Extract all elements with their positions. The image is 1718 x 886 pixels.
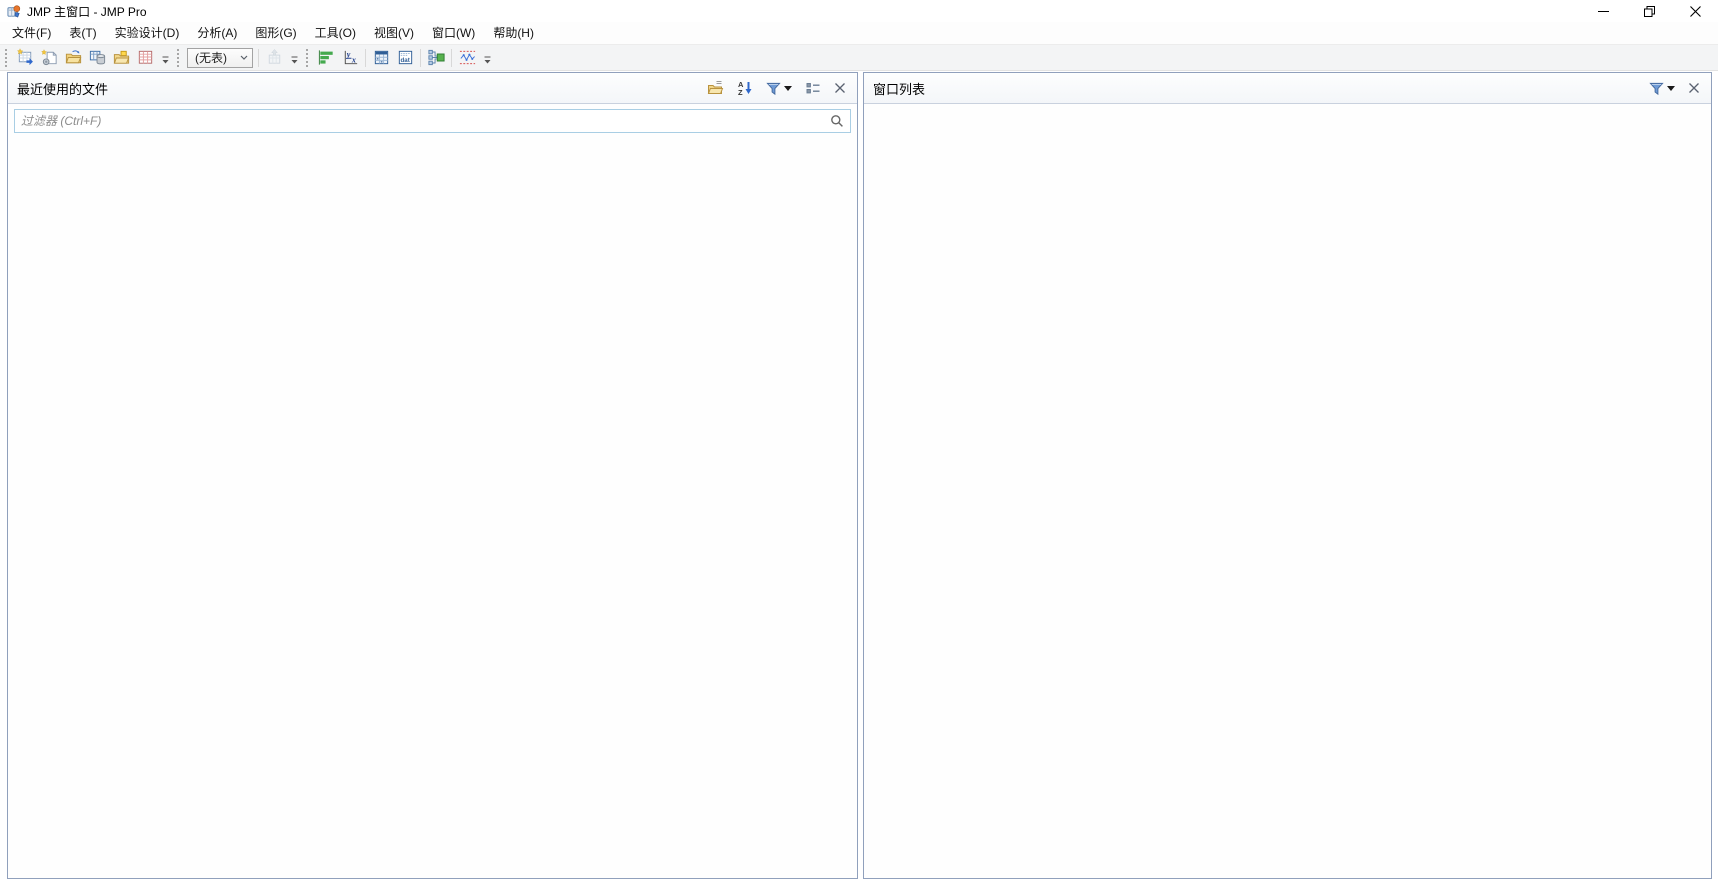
current-table-value: (无表) [195,51,227,65]
window-list-header: 窗口列表 [864,73,1711,104]
svg-text:y: y [345,50,350,59]
menu-doe[interactable]: 实验设计(D) [106,22,189,44]
database-open-table-button[interactable] [85,46,109,69]
database-open-table-icon [89,50,105,65]
restore-icon [1643,5,1655,17]
toolbar-overflow-button[interactable] [481,48,494,70]
chevron-down-icon [1667,85,1675,91]
sort-az-icon: A Z [738,80,752,96]
list-view-button[interactable] [803,79,823,98]
menu-help[interactable]: 帮助(H) [484,22,543,44]
recent-files-toolbar: A Z [705,78,848,98]
filter-funnel-icon [766,82,781,95]
menu-tables[interactable]: 表(T) [60,22,105,44]
new-journal-icon [40,49,57,66]
window-list-title: 窗口列表 [873,81,926,97]
close-window-button[interactable] [1672,0,1718,22]
merge-tables-button[interactable] [424,46,448,69]
toolbar: (无表) y x dat [0,44,1718,71]
toolbar-overflow-icon [484,56,491,63]
chevron-down-icon [784,85,792,91]
svg-text:dat: dat [400,57,409,64]
bring-table-forward-icon [268,49,280,64]
data-grid-button[interactable] [133,46,157,69]
restore-button[interactable] [1626,0,1672,22]
merge-tables-icon [427,49,445,66]
menu-bar: 文件(F) 表(T) 实验设计(D) 分析(A) 图形(G) 工具(O) 视图(… [0,22,1718,44]
close-icon [1689,5,1701,17]
svg-text:Z: Z [738,88,743,96]
chevron-down-icon [236,49,252,67]
minimize-icon [1597,10,1609,12]
recent-files-header: 最近使用的文件 A Z [8,73,857,104]
toolbar-overflow-button[interactable] [288,48,301,70]
open-file-icon [65,50,81,64]
open-file-button[interactable] [61,46,85,69]
data-grid-icon [138,50,152,64]
new-journal-button[interactable] [37,46,61,69]
jmp-app-icon [7,4,21,18]
open-folder-icon [707,81,724,94]
menu-graph[interactable]: 图形(G) [246,22,305,44]
window-list-toolbar [1647,79,1702,98]
open-folder-button[interactable] [705,78,726,98]
toolbar-grip[interactable] [5,48,9,67]
distribution-bars-icon [318,50,333,65]
window-list-panel: 窗口列表 [863,72,1712,879]
recent-files-panel: 最近使用的文件 A Z [7,72,858,879]
close-icon [835,83,845,93]
window-title: JMP 主窗口 - JMP Pro [27,4,147,19]
menu-window[interactable]: 窗口(W) [423,22,484,44]
data-view-button[interactable]: dat [393,46,417,69]
open-script-icon [113,50,129,64]
filter-input[interactable] [14,109,851,133]
filter-menu-button[interactable] [1647,79,1677,98]
toolbar-grip[interactable] [306,48,310,67]
toolbar-separator [420,48,421,67]
sort-az-button[interactable]: A Z [735,78,755,98]
new-data-table-button[interactable] [13,46,37,69]
fit-y-by-x-button[interactable]: y x [338,46,362,69]
open-script-button[interactable] [109,46,133,69]
home-window-workspace: 最近使用的文件 A Z 过滤器 (Ctrl+F) 窗口列表 [0,71,1718,886]
tabulate-button[interactable] [369,46,393,69]
distribution-button[interactable] [314,46,338,69]
toolbar-grip[interactable] [177,48,181,67]
toolbar-separator [365,48,366,67]
new-data-table-icon [16,48,33,66]
control-chart-icon [459,50,475,65]
minimize-button[interactable] [1580,0,1626,22]
current-table-combobox[interactable]: (无表) [187,47,253,68]
svg-text:x: x [350,56,355,65]
tabulate-icon [374,50,388,65]
title-bar: JMP 主窗口 - JMP Pro [0,0,1718,22]
close-panel-button[interactable] [832,80,848,96]
filter-menu-button[interactable] [764,79,794,98]
data-view-icon: dat [398,50,412,65]
control-chart-builder-button[interactable] [455,46,479,69]
toolbar-separator [451,48,452,67]
close-panel-button[interactable] [1686,80,1702,96]
window-controls [1580,0,1718,22]
list-view-icon [806,82,820,93]
fit-y-by-x-icon: y x [344,50,357,65]
filter-funnel-icon [1649,82,1664,95]
recent-files-title: 最近使用的文件 [17,81,109,97]
close-icon [1689,83,1699,93]
search-icon[interactable] [830,114,844,128]
menu-view[interactable]: 视图(V) [365,22,423,44]
menu-analyze[interactable]: 分析(A) [188,22,246,44]
recent-files-filter-row [14,109,851,133]
menu-tools[interactable]: 工具(O) [306,22,365,44]
toolbar-overflow-icon [162,56,169,63]
toolbar-overflow-button[interactable] [159,48,172,70]
toolbar-separator [258,48,259,67]
bring-table-forward-button[interactable] [262,46,286,69]
menu-file[interactable]: 文件(F) [3,22,60,44]
toolbar-overflow-icon [291,56,298,63]
